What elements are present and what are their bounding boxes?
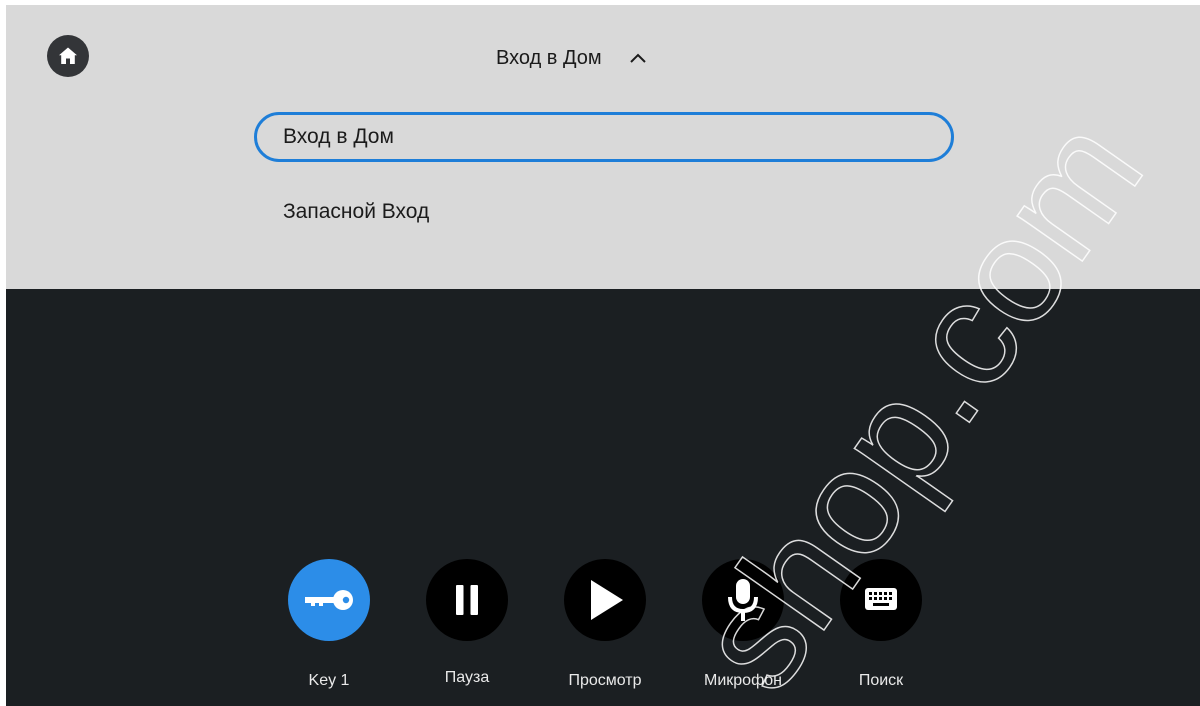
- call-controls: Key 1 Пауза Просмотр Микрофон Поиск: [6, 289, 1200, 706]
- microphone-button[interactable]: [702, 559, 784, 641]
- microphone-label: Микрофон: [704, 672, 782, 689]
- keyboard-icon: [865, 588, 897, 610]
- home-icon: [59, 47, 77, 64]
- search-label: Поиск: [858, 672, 904, 689]
- entrance-option-main[interactable]: Вход в Дом: [254, 112, 954, 162]
- home-button[interactable]: [47, 35, 89, 77]
- microphone-icon: [728, 579, 758, 621]
- video-view: Key 1 Пауза Просмотр Микрофон Поиск: [6, 289, 1200, 706]
- search-button[interactable]: [840, 559, 922, 641]
- entrance-dropdown-panel: Вход в Дом Вход в Дом Запасной Вход: [6, 5, 1200, 289]
- option-label: Запасной Вход: [283, 200, 430, 223]
- view-button[interactable]: [564, 559, 646, 641]
- option-label: Вход в Дом: [283, 125, 394, 148]
- chevron-up-icon: [628, 52, 648, 64]
- entrance-selector[interactable]: Вход в Дом: [496, 43, 648, 73]
- entrance-option-backup[interactable]: Запасной Вход: [254, 187, 954, 237]
- pause-button[interactable]: [426, 559, 508, 641]
- intercom-screen: Вход в Дом Вход в Дом Запасной Вход Key …: [6, 5, 1200, 706]
- view-label: Просмотр: [568, 672, 642, 689]
- key-1-button[interactable]: [288, 559, 370, 641]
- play-icon: [591, 580, 623, 620]
- pause-icon: [456, 585, 478, 615]
- key-1-label: Key 1: [308, 672, 350, 689]
- pause-label: Пауза: [444, 669, 490, 686]
- key-icon: [305, 590, 353, 610]
- selected-entrance-title: Вход в Дом: [496, 46, 602, 69]
